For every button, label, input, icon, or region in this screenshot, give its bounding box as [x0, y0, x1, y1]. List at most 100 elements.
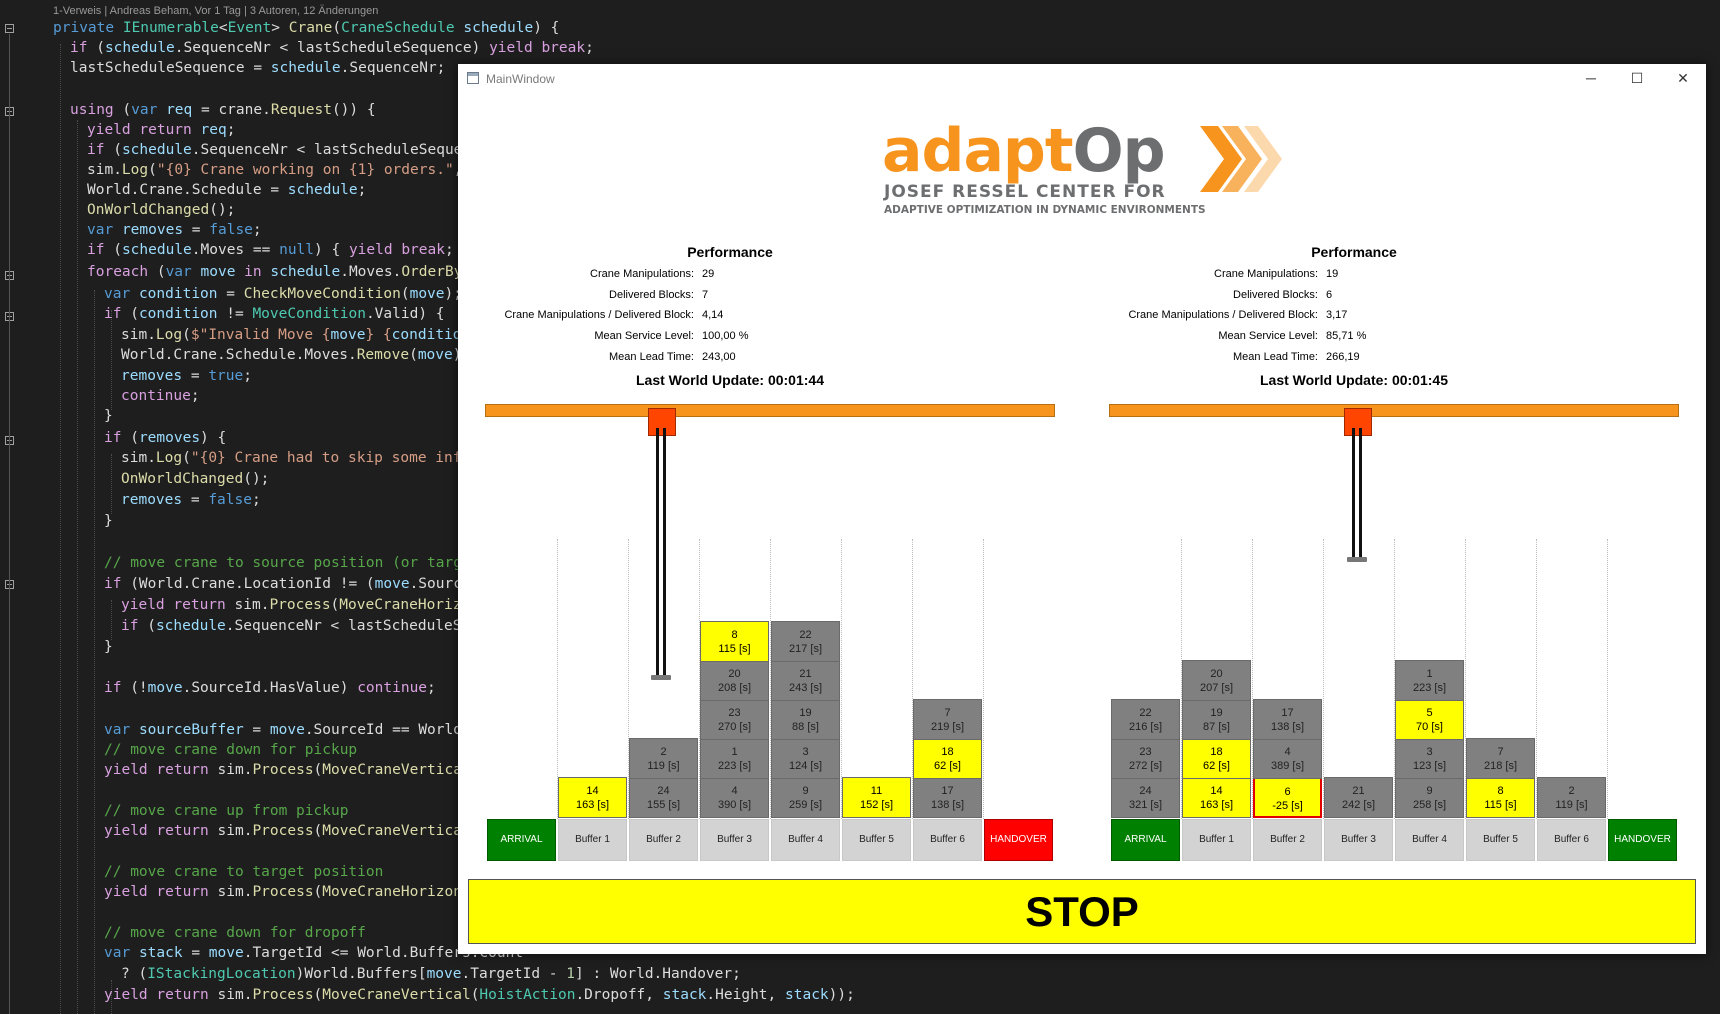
block-due-time: 88 [s]: [792, 721, 819, 733]
block-due-time: 208 [s]: [717, 682, 752, 694]
container-block: 14 163 [s]: [1182, 777, 1251, 818]
block-id: 11: [870, 785, 883, 797]
code-line: yield return req;: [87, 122, 236, 138]
block-id: 21: [1352, 785, 1365, 797]
location-buffer-1: Buffer 1: [558, 819, 627, 861]
code-line: OnWorldChanged();: [121, 471, 270, 487]
location-buffer-5: Buffer 5: [1466, 819, 1535, 861]
container-block: 20 208 [s]: [700, 660, 769, 701]
container-block: 7 218 [s]: [1466, 738, 1535, 779]
block-id: 7: [1497, 746, 1504, 758]
block-id: 17: [941, 785, 954, 797]
block-due-time: 70 [s]: [1416, 721, 1443, 733]
code-line: if (removes) {: [104, 430, 227, 446]
location-buffer-2: Buffer 2: [629, 819, 698, 861]
code-line: }: [104, 639, 113, 655]
location-buffer-6: Buffer 6: [913, 819, 982, 861]
code-line: if (schedule.SequenceNr < lastScheduleSe…: [70, 40, 594, 56]
metric-row: Crane Manipulations / Delivered Block: 4,…: [504, 309, 724, 321]
block-due-time: 258 [s]: [1412, 799, 1447, 811]
container-block: 14 163 [s]: [558, 777, 627, 818]
container-block: 4 389 [s]: [1253, 738, 1322, 779]
block-id: 3: [1426, 746, 1433, 758]
block-id: 19: [799, 707, 812, 719]
block-id: 21: [799, 668, 812, 680]
code-line: World.Crane.Schedule = schedule;: [87, 182, 367, 198]
minimize-button[interactable]: ─: [1568, 64, 1614, 94]
location-buffer-4: Buffer 4: [771, 819, 840, 861]
container-block: 7 219 [s]: [913, 699, 982, 740]
container-block: 8 115 [s]: [700, 621, 769, 662]
crane-cable: [663, 428, 666, 678]
location-arrival: ARRIVAL: [487, 819, 556, 861]
maximize-button[interactable]: ☐: [1614, 64, 1660, 94]
crane-rail: [1109, 404, 1679, 417]
stop-button[interactable]: STOP: [468, 879, 1696, 944]
block-due-time: 152 [s]: [859, 799, 894, 811]
fold-toggle-icon[interactable]: [5, 24, 14, 33]
container-block: 22 216 [s]: [1111, 699, 1180, 740]
block-due-time: 62 [s]: [1203, 760, 1230, 772]
code-line: ? (IStackingLocation)World.Buffers[move.…: [121, 966, 741, 982]
block-due-time: 321 [s]: [1128, 799, 1163, 811]
metric-row: Mean Lead Time: 243,00: [609, 351, 736, 363]
block-due-time: 270 [s]: [717, 721, 752, 733]
block-id: 22: [799, 629, 812, 641]
container-block: 1 223 [s]: [1395, 660, 1464, 701]
block-due-time: 115 [s]: [1484, 799, 1517, 811]
block-due-time: 243 [s]: [788, 682, 823, 694]
block-due-time: 259 [s]: [788, 799, 823, 811]
crane-cable: [1352, 428, 1355, 560]
code-line: if (!move.SourceId.HasValue) continue;: [104, 680, 436, 696]
performance-title: Performance: [687, 244, 773, 260]
code-line: removes = false;: [121, 492, 261, 508]
block-due-time: 124 [s]: [788, 760, 823, 772]
block-due-time: 138 [s]: [1270, 721, 1305, 733]
stack-separator: [1607, 539, 1608, 819]
container-block: 20 207 [s]: [1182, 660, 1251, 701]
block-due-time: 389 [s]: [1270, 760, 1305, 772]
block-due-time: 217 [s]: [788, 643, 823, 655]
block-id: 24: [1139, 785, 1152, 797]
code-line: // move crane down for dropoff: [104, 925, 366, 941]
code-line: sim.Log("{0} Crane working on {1} orders…: [87, 162, 462, 178]
code-line: removes = true;: [121, 368, 252, 384]
codelens[interactable]: 1-Verweis | Andreas Beham, Vor 1 Tag | 3…: [53, 5, 378, 17]
block-due-time: 138 [s]: [930, 799, 965, 811]
metric-row: Delivered Blocks: 7: [609, 289, 709, 301]
block-due-time: 119 [s]: [1555, 799, 1588, 811]
container-block: 23 270 [s]: [700, 699, 769, 740]
close-button[interactable]: ✕: [1660, 64, 1706, 94]
code-line: var condition = CheckMoveCondition(move)…: [104, 286, 462, 302]
block-due-time: 123 [s]: [1412, 760, 1447, 772]
code-line: World.Crane.Schedule.Moves.Remove(move): [121, 347, 461, 363]
container-block: 22 217 [s]: [771, 621, 840, 662]
location-handover: HANDOVER: [1608, 819, 1677, 861]
location-buffer-5: Buffer 5: [842, 819, 911, 861]
block-id: 23: [728, 707, 741, 719]
block-id: 8: [1497, 785, 1504, 797]
container-block: 1 223 [s]: [700, 738, 769, 779]
block-due-time: 219 [s]: [930, 721, 965, 733]
block-id: 14: [1210, 785, 1223, 797]
block-id: 14: [586, 785, 599, 797]
block-due-time: 272 [s]: [1128, 760, 1163, 772]
block-due-time: 119 [s]: [647, 760, 680, 772]
crane-cable: [656, 428, 659, 678]
block-id: 24: [657, 785, 670, 797]
container-block: 23 272 [s]: [1111, 738, 1180, 779]
title-bar[interactable]: MainWindow ─ ☐ ✕: [458, 64, 1706, 94]
block-due-time: 115 [s]: [718, 643, 751, 655]
metric-row: Crane Manipulations: 19: [1214, 268, 1339, 280]
stack-separator: [983, 539, 984, 819]
main-window: MainWindow ─ ☐ ✕ adaptOp JOSEF RESSEL CE…: [458, 64, 1706, 954]
block-id: 22: [1139, 707, 1152, 719]
block-id: 8: [731, 629, 738, 641]
code-line: if (schedule.SequenceNr < lastScheduleSe…: [87, 142, 463, 158]
container-block: 2 119 [s]: [629, 738, 698, 779]
block-id: 4: [731, 785, 738, 797]
location-buffer-1: Buffer 1: [1182, 819, 1251, 861]
last-world-update: Last World Update: 00:01:44: [635, 372, 824, 388]
block-id: 17: [1281, 707, 1294, 719]
metric-row: Mean Service Level: 100,00 %: [594, 330, 749, 342]
